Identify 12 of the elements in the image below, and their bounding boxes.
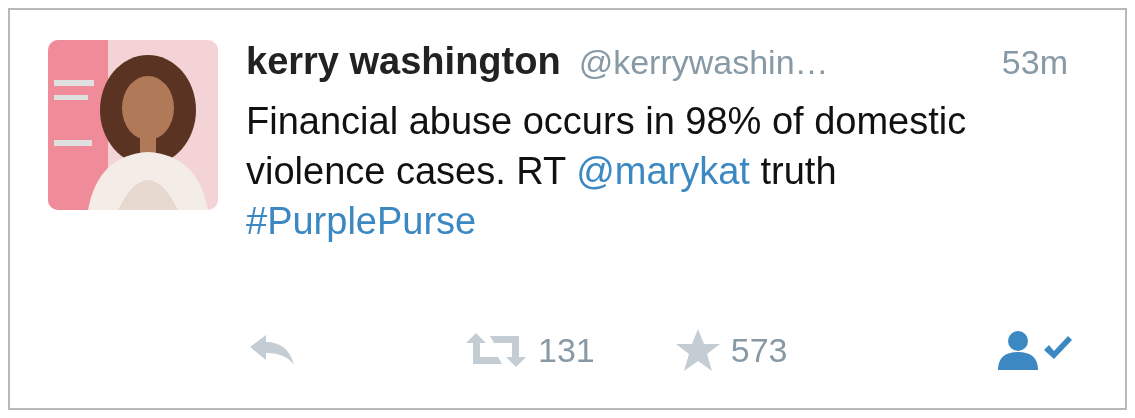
star-icon[interactable] bbox=[674, 328, 721, 372]
favorite-count: 573 bbox=[730, 330, 788, 370]
following-icon[interactable] bbox=[996, 330, 1072, 370]
hashtag-link[interactable]: #PurplePurse bbox=[246, 200, 477, 242]
tweet-text: Financial abuse occurs in 98% of domestic violence cases. RT @marykat truth #PurplePurse bbox=[246, 99, 968, 244]
user-name[interactable]: kerry washington bbox=[246, 40, 561, 83]
tweet-time: 53m bbox=[1001, 43, 1068, 82]
user-handle: @kerrywashin… bbox=[578, 43, 829, 82]
reply-icon[interactable] bbox=[248, 333, 296, 367]
retweet-icon[interactable] bbox=[464, 331, 528, 369]
mention-link[interactable]: @marykat bbox=[576, 150, 750, 192]
retweet-count: 131 bbox=[538, 330, 595, 370]
